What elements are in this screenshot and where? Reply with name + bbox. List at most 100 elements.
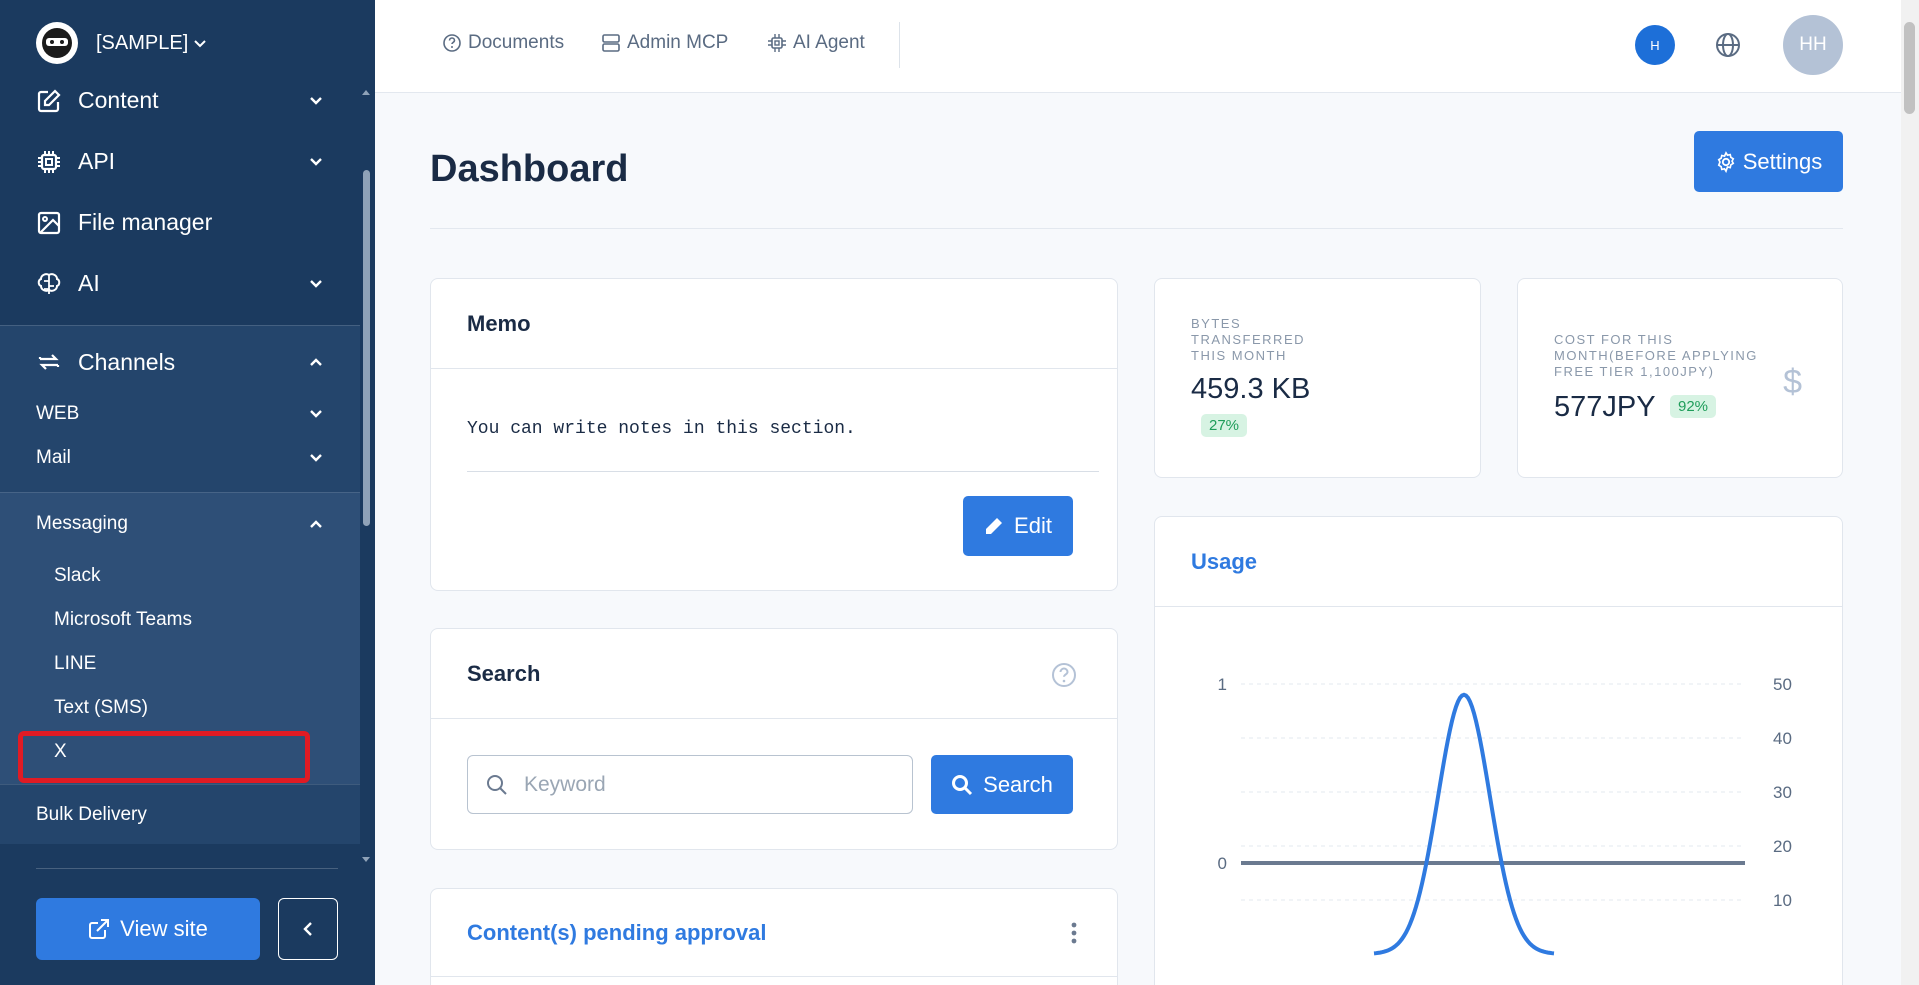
nav-label: Messaging — [36, 512, 128, 534]
nav-item-x[interactable]: X — [0, 730, 360, 783]
memo-card: Memo You can write notes in this section… — [430, 278, 1118, 591]
divider — [899, 22, 900, 68]
usage-card: Usage 10 20 30 40 50 0 1 — [1154, 516, 1843, 985]
site-switcher[interactable]: [SAMPLE] — [96, 32, 208, 55]
monthly-cost-card: COST FOR THIS MONTH(BEFORE APPLYING FREE… — [1517, 278, 1843, 478]
nav-item-file-manager[interactable]: File manager — [0, 192, 360, 253]
memo-title: Memo — [431, 279, 1117, 369]
admin-mcp-link[interactable]: Admin MCP — [601, 32, 728, 54]
question-circle-icon — [443, 34, 461, 52]
scroll-down-icon[interactable] — [360, 854, 372, 866]
nav-item-api[interactable]: API — [0, 131, 360, 192]
search-icon — [487, 774, 507, 795]
divider — [36, 868, 338, 869]
edit-button[interactable]: Edit — [963, 496, 1073, 556]
nav-item-messaging[interactable]: Messaging — [0, 492, 360, 554]
chip-icon — [768, 34, 786, 52]
help-icon[interactable] — [1051, 662, 1077, 688]
nav-label: Text (SMS) — [54, 697, 148, 718]
usage-chart: 10 20 30 40 50 0 1 — [1218, 675, 1792, 956]
settings-label: Settings — [1742, 148, 1823, 174]
pending-approval-card: Content(s) pending approval — [430, 888, 1118, 985]
avatar[interactable]: HH — [1783, 15, 1843, 75]
sidebar-scroll-thumb[interactable] — [363, 170, 370, 526]
scroll-up-icon[interactable] — [360, 86, 372, 98]
sidebar-footer: View site — [0, 868, 375, 985]
brain-icon — [36, 271, 62, 297]
pencil-icon — [986, 518, 1003, 534]
chevron-down-icon — [310, 410, 322, 418]
view-site-label: View site — [120, 916, 208, 941]
search-icon — [952, 774, 973, 795]
nav-item-ai[interactable]: AI — [0, 253, 360, 314]
messaging-section: Messaging Slack Microsoft Teams LINE Tex… — [0, 492, 360, 784]
right-axis-tick: 40 — [1773, 729, 1792, 748]
documents-link[interactable]: Documents — [442, 32, 564, 54]
chevron-down-icon — [310, 157, 322, 166]
right-axis-tick: 10 — [1773, 891, 1792, 910]
edit-icon — [36, 88, 62, 114]
left-axis-tick: 1 — [1218, 675, 1227, 694]
page-title: Dashboard — [430, 148, 629, 190]
collapse-sidebar-button[interactable] — [278, 898, 338, 960]
link-label: AI Agent — [793, 32, 865, 53]
search-button[interactable]: Search — [931, 755, 1073, 814]
nav-label: Microsoft Teams — [54, 609, 192, 630]
pending-approval-title[interactable]: Content(s) pending approval — [431, 889, 1117, 977]
usage-badge: 27% — [1201, 414, 1248, 437]
globe-icon[interactable] — [1712, 29, 1744, 61]
search-title: Search — [431, 629, 1117, 719]
stat-label: COST FOR THIS MONTH(BEFORE APPLYING FREE… — [1554, 332, 1758, 379]
site-name: [SAMPLE] — [96, 31, 189, 54]
right-axis-tick: 50 — [1773, 675, 1792, 694]
chip-icon — [36, 149, 62, 175]
view-site-button[interactable]: View site — [36, 898, 260, 960]
right-axis-tick: 30 — [1773, 783, 1792, 802]
brand-logo-icon — [36, 22, 78, 64]
search-field[interactable] — [467, 755, 913, 814]
image-icon — [36, 210, 62, 236]
nav-label: WEB — [36, 403, 80, 424]
ai-agent-link[interactable]: AI Agent — [767, 32, 865, 54]
nav-item-mail[interactable]: Mail — [0, 436, 360, 480]
nav-label: File manager — [78, 209, 213, 235]
more-vertical-icon[interactable] — [1071, 922, 1077, 944]
nav-label: Bulk Delivery — [36, 803, 147, 825]
gear-icon — [1717, 150, 1735, 173]
nav-item-microsoft-teams[interactable]: Microsoft Teams — [0, 598, 360, 642]
chevron-down-icon — [194, 40, 206, 48]
link-label: Documents — [468, 32, 565, 53]
brand[interactable]: [SAMPLE] — [36, 22, 208, 64]
usage-title[interactable]: Usage — [1155, 517, 1842, 607]
nav-item-slack[interactable]: Slack — [0, 554, 360, 598]
chevron-up-icon — [310, 519, 322, 528]
workspace-badge[interactable]: H — [1635, 25, 1675, 65]
nav-item-bulk-delivery[interactable]: Bulk Delivery — [0, 784, 360, 844]
nav-label: API — [78, 148, 116, 174]
nav-item-line[interactable]: LINE — [0, 642, 360, 686]
nav-label: Slack — [54, 565, 101, 586]
channels-section: Channels WEB Mail Messaging Slack Micros… — [0, 325, 360, 844]
nav-item-channels[interactable]: Channels — [0, 326, 360, 398]
series-line-bell — [1373, 692, 1555, 956]
chevron-down-icon — [310, 96, 322, 105]
main-nav: Content API File manager AI — [0, 70, 360, 314]
search-input[interactable] — [524, 772, 884, 797]
page-scroll-thumb[interactable] — [1904, 22, 1915, 114]
settings-button[interactable]: Settings — [1694, 131, 1843, 192]
page-scrollbar[interactable] — [1901, 0, 1919, 985]
cost-badge: 92% — [1670, 395, 1717, 418]
nav-label: LINE — [54, 653, 97, 674]
refresh-arrows-icon — [36, 349, 62, 375]
edit-label: Edit — [1014, 513, 1052, 538]
divider — [430, 228, 1843, 229]
search-card: Search Search — [430, 628, 1118, 850]
nav-item-web[interactable]: WEB — [0, 392, 360, 436]
server-icon — [602, 34, 620, 52]
divider — [467, 471, 1099, 472]
link-label: Admin MCP — [627, 32, 729, 53]
nav-item-content[interactable]: Content — [0, 70, 360, 131]
nav-item-text-sms[interactable]: Text (SMS) — [0, 686, 360, 730]
memo-text[interactable]: You can write notes in this section. — [467, 419, 856, 439]
external-link-icon — [89, 919, 110, 939]
